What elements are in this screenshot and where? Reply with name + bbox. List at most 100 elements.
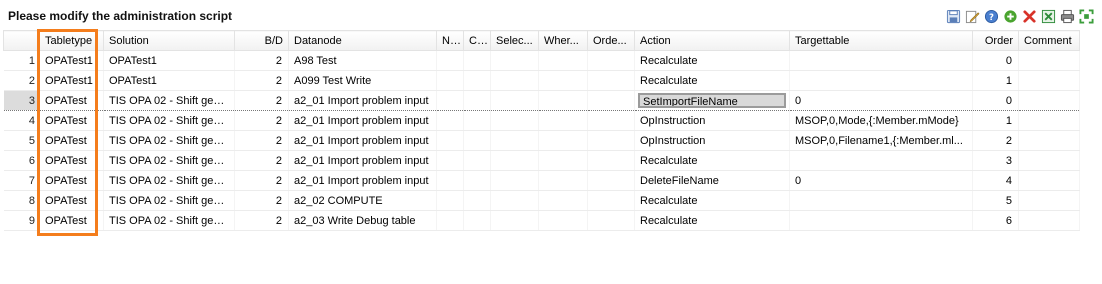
cell-targettable[interactable] [789, 190, 973, 211]
cell-select[interactable] [490, 190, 539, 211]
cell-datanode[interactable]: A98 Test [288, 50, 437, 71]
table-row[interactable]: 8 OPATest TIS OPA 02 - Shift gene... 2 a2_02… [3, 190, 1080, 211]
cell-action[interactable]: Recalculate [634, 70, 790, 91]
cell-solution[interactable]: TIS OPA 02 - Shift gene... [103, 210, 235, 231]
table-row[interactable]: 1 OPATest1 OPATest1 2 A98 Test Recalculate 0 [3, 50, 1080, 71]
cell-tabletype[interactable]: OPATest [39, 150, 104, 171]
cell-action[interactable]: OpInstruction [634, 110, 790, 131]
cell-c[interactable] [463, 70, 491, 91]
cell-comment[interactable] [1018, 70, 1080, 91]
cell-comment[interactable] [1018, 190, 1080, 211]
cell-targettable[interactable]: MSOP,0,Filename1,{:Member.ml... [789, 130, 973, 151]
cell-select[interactable] [490, 170, 539, 191]
cell-where[interactable] [538, 170, 588, 191]
cell-tabletype[interactable]: OPATest [39, 190, 104, 211]
cell-order[interactable]: 5 [972, 190, 1019, 211]
cell-bd[interactable]: 2 [234, 130, 289, 151]
cell-bd[interactable]: 2 [234, 50, 289, 71]
cell-bd[interactable]: 2 [234, 70, 289, 91]
delete-icon[interactable] [1021, 8, 1037, 24]
cell-select[interactable] [490, 110, 539, 131]
column-header-where[interactable]: Wher... [538, 30, 588, 51]
column-header-select[interactable]: Selec... [490, 30, 539, 51]
cell-c[interactable] [463, 210, 491, 231]
cell-n[interactable] [436, 90, 464, 111]
cell-comment[interactable] [1018, 50, 1080, 71]
cell-targettable[interactable] [789, 150, 973, 171]
cell-datanode[interactable]: a2_01 Import problem input [288, 110, 437, 131]
cell-order[interactable]: 1 [972, 70, 1019, 91]
cell-select[interactable] [490, 130, 539, 151]
cell-action[interactable]: SetImportFileName [634, 90, 790, 111]
cell-c[interactable] [463, 50, 491, 71]
cell-action[interactable]: OpInstruction [634, 130, 790, 151]
cell-c[interactable] [463, 110, 491, 131]
cell-bd[interactable]: 2 [234, 210, 289, 231]
cell-c[interactable] [463, 90, 491, 111]
table-row[interactable]: 3 OPATest TIS OPA 02 - Shift gene... 2 a2_01… [3, 90, 1080, 111]
cell-c[interactable] [463, 190, 491, 211]
cell-where[interactable] [538, 150, 588, 171]
cell-order[interactable]: 0 [972, 50, 1019, 71]
table-row[interactable]: 7 OPATest TIS OPA 02 - Shift gene... 2 a2_01… [3, 170, 1080, 191]
cell-order-by[interactable] [587, 210, 635, 231]
cell-order-by[interactable] [587, 90, 635, 111]
cell-action[interactable]: Recalculate [634, 50, 790, 71]
table-row[interactable]: 2 OPATest1 OPATest1 2 A099 Test Write Recalcu… [3, 70, 1080, 91]
cell-select[interactable] [490, 210, 539, 231]
cell-where[interactable] [538, 190, 588, 211]
cell-n[interactable] [436, 110, 464, 131]
cell-tabletype[interactable]: OPATest [39, 110, 104, 131]
cell-n[interactable] [436, 50, 464, 71]
cell-where[interactable] [538, 50, 588, 71]
cell-order-by[interactable] [587, 150, 635, 171]
cell-n[interactable] [436, 70, 464, 91]
cell-tabletype[interactable]: OPATest1 [39, 50, 104, 71]
cell-tabletype[interactable]: OPATest [39, 90, 104, 111]
cell-n[interactable] [436, 130, 464, 151]
cell-targettable[interactable] [789, 50, 973, 71]
table-row[interactable]: 6 OPATest TIS OPA 02 - Shift gene... 2 a2_01… [3, 150, 1080, 171]
column-header-c[interactable]: C... [463, 30, 491, 51]
cell-where[interactable] [538, 90, 588, 111]
cell-order-by[interactable] [587, 190, 635, 211]
cell-solution[interactable]: TIS OPA 02 - Shift gene... [103, 90, 235, 111]
cell-tabletype[interactable]: OPATest [39, 170, 104, 191]
cell-tabletype[interactable]: OPATest1 [39, 70, 104, 91]
cell-comment[interactable] [1018, 150, 1080, 171]
fullscreen-icon[interactable] [1078, 8, 1094, 24]
cell-action[interactable]: Recalculate [634, 150, 790, 171]
cell-solution[interactable]: TIS OPA 02 - Shift gene... [103, 150, 235, 171]
cell-tabletype[interactable]: OPATest [39, 130, 104, 151]
cell-solution[interactable]: OPATest1 [103, 70, 235, 91]
cell-where[interactable] [538, 210, 588, 231]
cell-solution[interactable]: TIS OPA 02 - Shift gene... [103, 110, 235, 131]
cell-n[interactable] [436, 150, 464, 171]
cell-order[interactable]: 0 [972, 90, 1019, 111]
column-header-comment[interactable]: Comment [1018, 30, 1080, 51]
cell-select[interactable] [490, 70, 539, 91]
cell-c[interactable] [463, 150, 491, 171]
cell-solution[interactable]: TIS OPA 02 - Shift gene... [103, 170, 235, 191]
cell-order-by[interactable] [587, 50, 635, 71]
table-row[interactable]: 4 OPATest TIS OPA 02 - Shift gene... 2 a2_01… [3, 110, 1080, 131]
column-header-tabletype[interactable]: Tabletype [39, 30, 104, 51]
cell-select[interactable] [490, 50, 539, 71]
cell-action[interactable]: Recalculate [634, 190, 790, 211]
cell-datanode[interactable]: a2_02 COMPUTE [288, 190, 437, 211]
cell-targettable[interactable]: MSOP,0,Mode,{:Member.mMode} [789, 110, 973, 131]
cell-bd[interactable]: 2 [234, 150, 289, 171]
column-header-solution[interactable]: Solution [103, 30, 235, 51]
cell-datanode[interactable]: a2_01 Import problem input [288, 170, 437, 191]
column-header-n[interactable]: N... [436, 30, 464, 51]
save-icon[interactable] [945, 8, 961, 24]
table-row[interactable]: 5 OPATest TIS OPA 02 - Shift gene... 2 a2_01… [3, 130, 1080, 151]
edit-icon[interactable] [964, 8, 980, 24]
cell-datanode[interactable]: a2_01 Import problem input [288, 130, 437, 151]
cell-bd[interactable]: 2 [234, 190, 289, 211]
cell-order[interactable]: 1 [972, 110, 1019, 131]
cell-bd[interactable]: 2 [234, 170, 289, 191]
cell-comment[interactable] [1018, 170, 1080, 191]
cell-solution[interactable]: TIS OPA 02 - Shift gene... [103, 130, 235, 151]
excel-export-icon[interactable] [1040, 8, 1056, 24]
